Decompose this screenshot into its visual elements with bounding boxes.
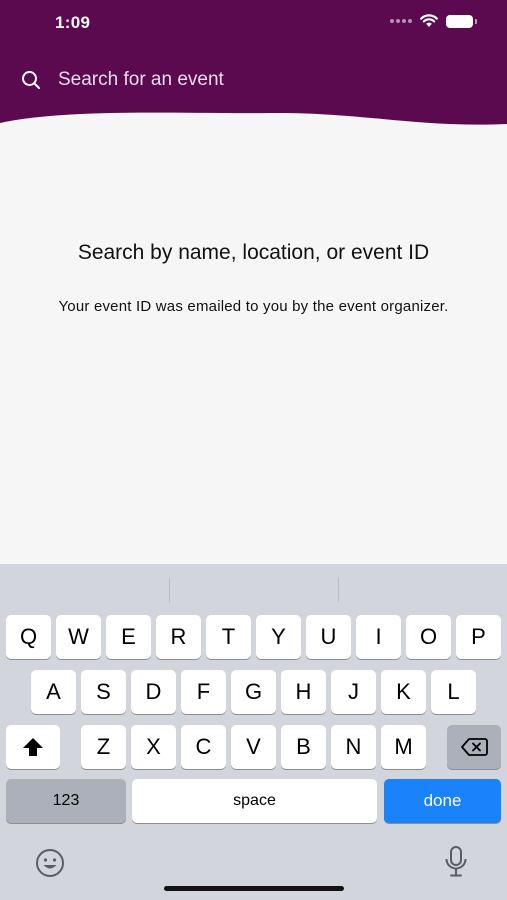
microphone-icon[interactable] [443, 845, 469, 879]
status-icons [390, 14, 477, 28]
key-o[interactable]: O [406, 615, 451, 659]
key-u[interactable]: U [306, 615, 351, 659]
suggestion-divider [338, 578, 339, 602]
done-key[interactable]: done [384, 779, 501, 823]
key-d[interactable]: D [131, 670, 176, 714]
empty-state-title: Search by name, location, or event ID [77, 241, 430, 264]
key-n[interactable]: N [331, 725, 376, 769]
search-bar[interactable] [20, 64, 480, 96]
key-b[interactable]: B [281, 725, 326, 769]
key-l[interactable]: L [431, 670, 476, 714]
key-j[interactable]: J [331, 670, 376, 714]
key-x[interactable]: X [131, 725, 176, 769]
key-p[interactable]: P [456, 615, 501, 659]
key-c[interactable]: C [181, 725, 226, 769]
numbers-key[interactable]: 123 [6, 779, 126, 823]
keyboard: Q W E R T Y U I O P A S D F G H J K L Z … [0, 564, 507, 900]
key-h[interactable]: H [281, 670, 326, 714]
empty-state-subtitle: Your event ID was emailed to you by the … [58, 298, 449, 315]
key-v[interactable]: V [231, 725, 276, 769]
key-m[interactable]: M [381, 725, 426, 769]
wifi-icon [420, 14, 438, 27]
header: 1:09 [0, 0, 507, 135]
home-indicator[interactable] [164, 886, 344, 891]
key-z[interactable]: Z [81, 725, 126, 769]
status-time: 1:09 [55, 13, 91, 32]
key-w[interactable]: W [56, 615, 101, 659]
search-icon [22, 71, 40, 89]
key-q[interactable]: Q [6, 615, 51, 659]
key-g[interactable]: G [231, 670, 276, 714]
backspace-key[interactable] [447, 725, 501, 769]
signal-icon [390, 19, 412, 23]
space-key[interactable]: space [132, 779, 377, 823]
key-y[interactable]: Y [256, 615, 301, 659]
backspace-icon [461, 738, 488, 756]
key-a[interactable]: A [31, 670, 76, 714]
shift-icon [23, 738, 43, 756]
suggestion-divider [169, 578, 170, 602]
search-input[interactable] [58, 69, 458, 91]
key-e[interactable]: E [106, 615, 151, 659]
battery-icon [446, 14, 477, 28]
key-t[interactable]: T [206, 615, 251, 659]
key-k[interactable]: K [381, 670, 426, 714]
emoji-icon[interactable] [34, 847, 66, 879]
key-f[interactable]: F [181, 670, 226, 714]
key-r[interactable]: R [156, 615, 201, 659]
shift-key[interactable] [6, 725, 60, 769]
key-s[interactable]: S [81, 670, 126, 714]
key-i[interactable]: I [356, 615, 401, 659]
